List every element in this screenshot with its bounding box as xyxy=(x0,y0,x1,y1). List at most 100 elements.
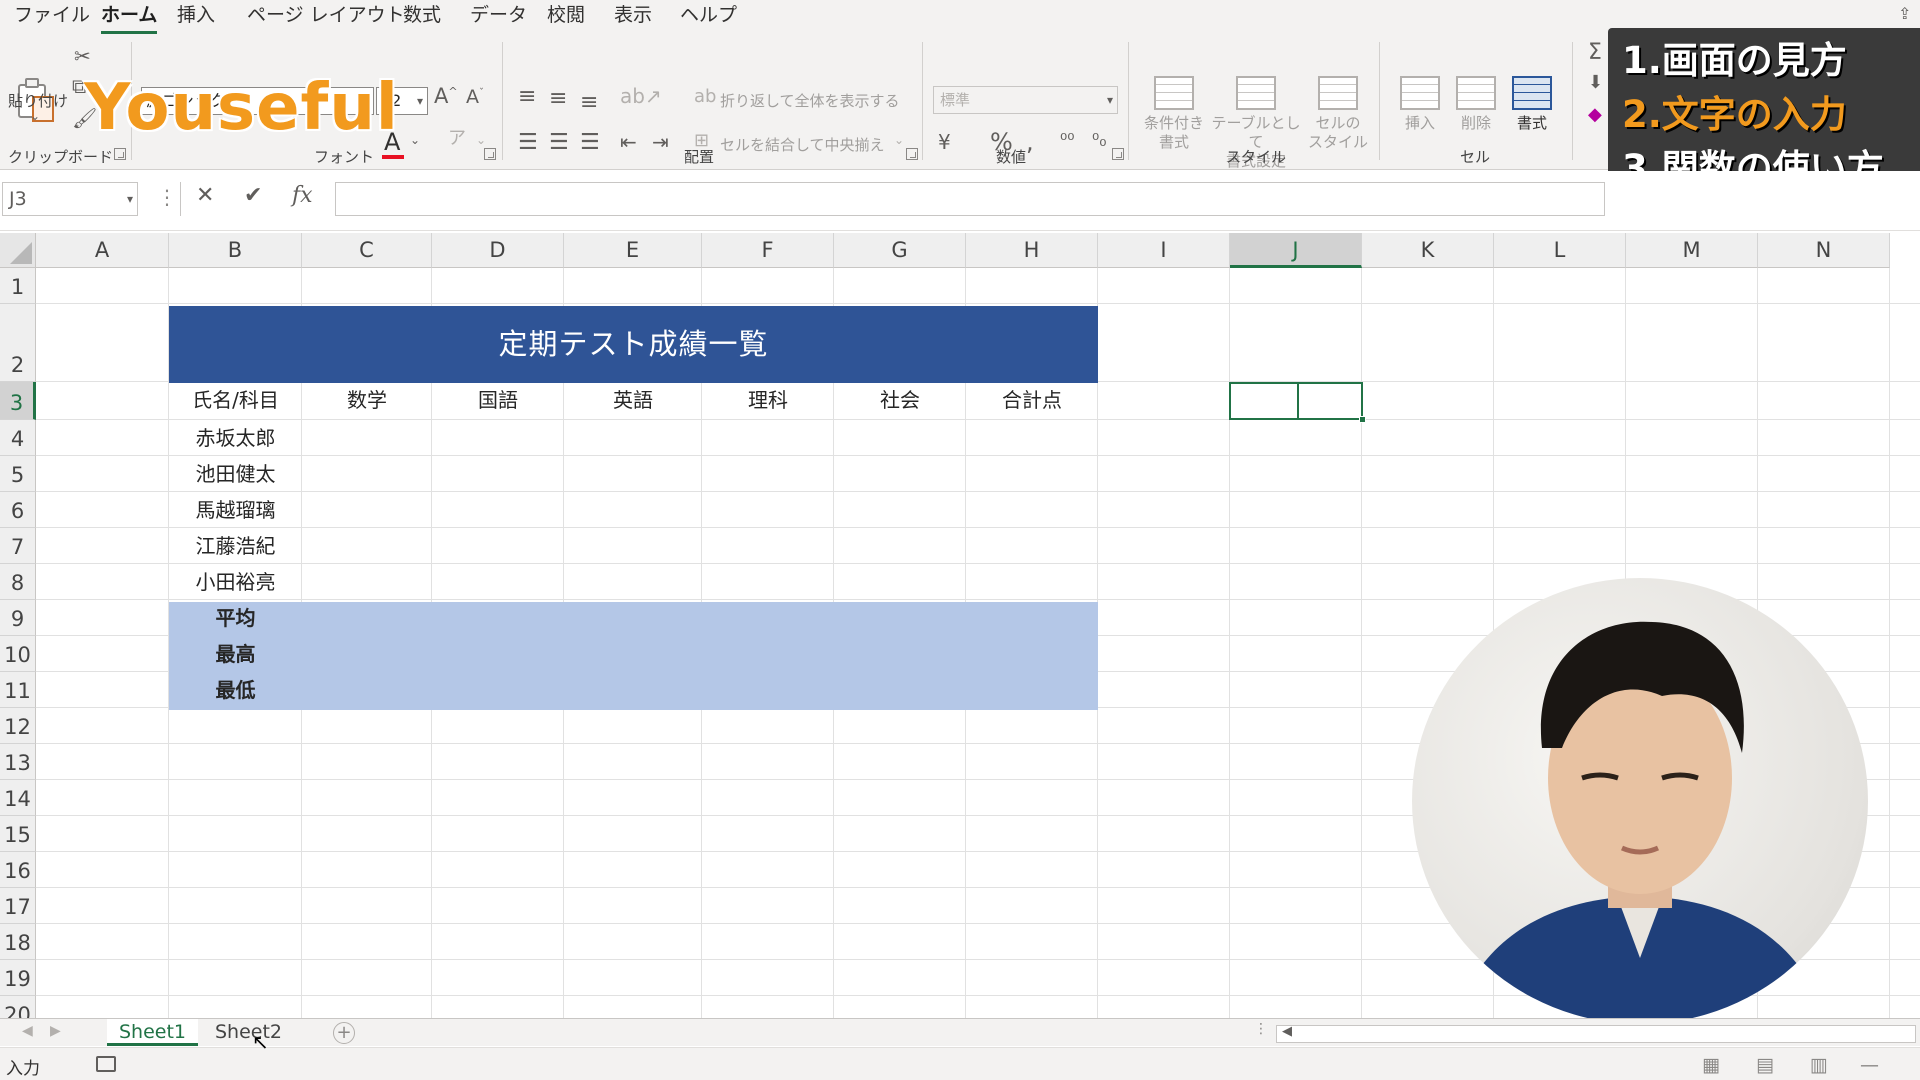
column-header-c[interactable]: C xyxy=(302,233,432,268)
align-top-icon[interactable]: ≡ xyxy=(518,86,536,108)
insert-function-icon[interactable]: fx xyxy=(292,183,313,208)
row-header-11[interactable]: 11 xyxy=(0,672,36,708)
sheet-prev-icon[interactable]: ◀ xyxy=(22,1023,33,1039)
column-header-m[interactable]: M xyxy=(1626,233,1758,268)
row-header-13[interactable]: 13 xyxy=(0,744,36,780)
clear-icon[interactable]: ◆ xyxy=(1588,106,1602,124)
comma-style-icon[interactable]: , xyxy=(1026,130,1034,154)
wrap-text-button[interactable]: 折り返して全体を表示する xyxy=(720,90,900,111)
add-sheet-button[interactable]: + xyxy=(333,1022,355,1044)
alignment-launcher-icon[interactable] xyxy=(906,148,918,160)
align-right-icon[interactable]: ☰ xyxy=(580,132,600,154)
more-icon[interactable]: ⋮ xyxy=(157,185,177,209)
row-header-4[interactable]: 4 xyxy=(0,420,36,456)
align-center-icon[interactable]: ☰ xyxy=(549,132,569,154)
select-all-button[interactable] xyxy=(0,233,36,268)
insert-cells-button[interactable]: 挿入 xyxy=(1390,76,1450,133)
tab-help[interactable]: ヘルプ xyxy=(680,2,737,30)
column-header-h[interactable]: H xyxy=(966,233,1098,268)
page-break-view-icon[interactable]: ▥ xyxy=(1810,1054,1828,1076)
fill-handle[interactable] xyxy=(1359,416,1366,423)
column-header-b[interactable]: B xyxy=(169,233,302,268)
decrease-indent-icon[interactable]: ⇤ xyxy=(620,132,637,152)
row-header-2[interactable]: 2 xyxy=(0,304,36,382)
horizontal-scrollbar[interactable] xyxy=(1276,1025,1916,1043)
row-header-16[interactable]: 16 xyxy=(0,852,36,888)
scroll-left-icon[interactable]: ◀ xyxy=(1282,1024,1292,1039)
tab-formulas[interactable]: 数式 xyxy=(403,2,441,30)
format-cells-button[interactable]: 書式 xyxy=(1502,76,1562,133)
column-header-f[interactable]: F xyxy=(702,233,834,268)
column-header-g[interactable]: G xyxy=(834,233,966,268)
row-header-10[interactable]: 10 xyxy=(0,636,36,672)
row-header-12[interactable]: 12 xyxy=(0,708,36,744)
wrap-text-icon[interactable]: ab xyxy=(694,88,716,106)
row-header-1[interactable]: 1 xyxy=(0,268,36,304)
row-header-18[interactable]: 18 xyxy=(0,924,36,960)
text-orientation-icon[interactable]: ab↗ xyxy=(620,86,662,106)
tab-page-layout[interactable]: ページ レイアウト xyxy=(247,2,405,30)
increase-font-icon[interactable]: A^ xyxy=(434,86,458,107)
row-header-19[interactable]: 19 xyxy=(0,960,36,996)
cut-icon[interactable]: ✂ xyxy=(74,46,91,66)
column-header-d[interactable]: D xyxy=(432,233,564,268)
header-cell[interactable]: 合計点 xyxy=(966,382,1098,420)
sheet-next-icon[interactable]: ▶ xyxy=(50,1023,61,1039)
tab-split-handle[interactable]: ⋮ xyxy=(1254,1021,1268,1037)
number-launcher-icon[interactable] xyxy=(1112,148,1124,160)
header-cell[interactable]: 社会 xyxy=(834,382,966,420)
student-name-cell[interactable]: 小田裕亮 xyxy=(169,564,302,600)
increase-indent-icon[interactable]: ⇥ xyxy=(652,132,669,152)
column-header-i[interactable]: I xyxy=(1098,233,1230,268)
macro-record-icon[interactable] xyxy=(96,1056,116,1072)
clipboard-launcher-icon[interactable] xyxy=(114,148,126,160)
share-icon[interactable]: ⇪ xyxy=(1898,6,1911,22)
tab-data[interactable]: データ xyxy=(470,2,527,30)
autosum-icon[interactable]: Σ xyxy=(1588,42,1602,64)
merge-center-button[interactable]: セルを結合して中央揃え xyxy=(720,134,885,155)
tab-review[interactable]: 校閲 xyxy=(547,2,585,30)
number-format-select[interactable]: 標準 ▾ xyxy=(933,86,1118,114)
align-middle-icon[interactable]: ≡ xyxy=(549,88,567,110)
font-color-dropdown-icon[interactable]: ⌄ xyxy=(410,134,420,146)
stat-label-cell[interactable]: 最高 xyxy=(169,636,302,672)
tab-file[interactable]: ファイル xyxy=(14,2,90,30)
row-header-14[interactable]: 14 xyxy=(0,780,36,816)
tab-home[interactable]: ホーム xyxy=(101,2,158,34)
header-cell[interactable]: 氏名/科目 xyxy=(169,382,302,420)
column-header-l[interactable]: L xyxy=(1494,233,1626,268)
row-header-3[interactable]: 3 xyxy=(0,382,36,420)
column-header-e[interactable]: E xyxy=(564,233,702,268)
sheet-tab-sheet1[interactable]: Sheet1 xyxy=(107,1019,199,1046)
header-cell[interactable]: 英語 xyxy=(564,382,702,420)
header-cell[interactable]: 数学 xyxy=(302,382,432,420)
student-name-cell[interactable]: 赤坂太郎 xyxy=(169,420,302,456)
phonetic-dropdown-icon[interactable]: ⌄ xyxy=(476,134,486,146)
formula-input[interactable] xyxy=(335,182,1605,216)
row-header-5[interactable]: 5 xyxy=(0,456,36,492)
increase-decimal-icon[interactable]: ⁰⁰ xyxy=(1060,132,1074,150)
conditional-formatting-button[interactable]: 条件付き 書式 xyxy=(1140,76,1208,152)
zoom-out-icon[interactable]: — xyxy=(1860,1054,1879,1076)
decrease-decimal-icon[interactable]: ⁰₀ xyxy=(1092,132,1106,150)
delete-cells-button[interactable]: 削除 xyxy=(1446,76,1506,133)
student-name-cell[interactable]: 江藤浩紀 xyxy=(169,528,302,564)
tab-insert[interactable]: 挿入 xyxy=(177,2,215,30)
fill-icon[interactable]: ⬇ xyxy=(1588,74,1603,92)
align-bottom-icon[interactable]: ≡ xyxy=(580,92,598,114)
row-header-17[interactable]: 17 xyxy=(0,888,36,924)
tab-view[interactable]: 表示 xyxy=(614,2,652,30)
align-left-icon[interactable]: ☰ xyxy=(518,132,538,154)
column-header-j[interactable]: J xyxy=(1230,233,1362,268)
row-header-15[interactable]: 15 xyxy=(0,816,36,852)
cell-styles-button[interactable]: セルの スタイル xyxy=(1302,76,1374,152)
stat-label-cell[interactable]: 最低 xyxy=(169,672,302,708)
header-cell[interactable]: 国語 xyxy=(432,382,564,420)
phonetic-guide-icon[interactable]: ア xyxy=(448,130,466,148)
row-header-9[interactable]: 9 xyxy=(0,600,36,636)
student-name-cell[interactable]: 池田健太 xyxy=(169,456,302,492)
column-header-a[interactable]: A xyxy=(36,233,169,268)
column-header-n[interactable]: N xyxy=(1758,233,1890,268)
page-layout-view-icon[interactable]: ▤ xyxy=(1756,1054,1774,1076)
row-header-7[interactable]: 7 xyxy=(0,528,36,564)
